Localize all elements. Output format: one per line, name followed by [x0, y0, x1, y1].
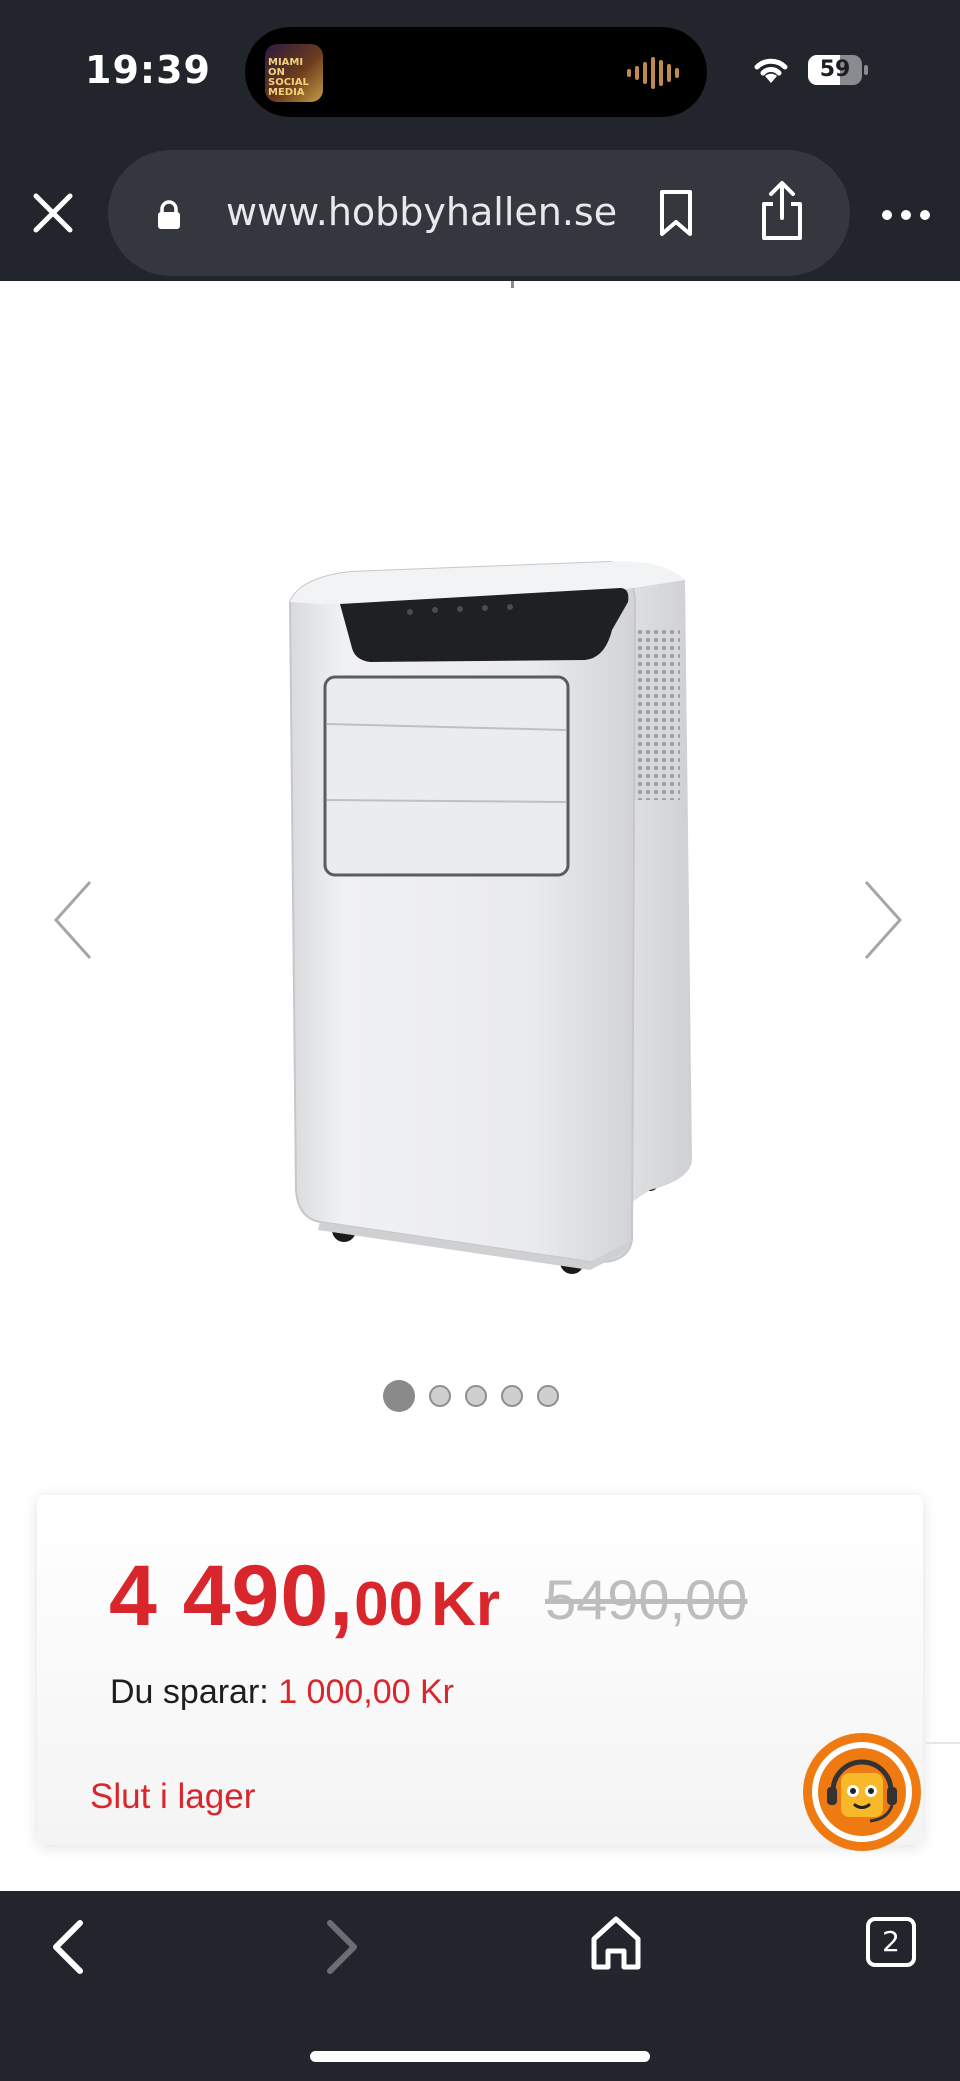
battery-icon: 59 — [808, 55, 868, 87]
product-image-air-conditioner[interactable] — [260, 540, 720, 1290]
carousel-dot-4[interactable] — [501, 1385, 523, 1407]
divider-tick — [511, 281, 514, 288]
carousel-prev-arrow-icon[interactable] — [48, 870, 98, 970]
bookmark-icon[interactable] — [656, 188, 696, 238]
dynamic-island[interactable]: MIAMI ON SOCIAL MEDIA — [245, 27, 707, 117]
divider-line — [926, 1742, 960, 1744]
status-time: 19:39 — [85, 48, 211, 92]
chat-support-button[interactable] — [803, 1733, 921, 1851]
home-icon[interactable] — [588, 1913, 644, 1973]
price-integer: 4 490, — [109, 1548, 355, 1644]
old-price: 5490,00 — [545, 1568, 748, 1631]
url-text[interactable]: www.hobbyhallen.se — [226, 190, 617, 234]
carousel-dot-2[interactable] — [429, 1385, 451, 1407]
battery-level: 59 — [819, 57, 851, 82]
price-decimals: 00 — [354, 1570, 424, 1639]
browser-toolbar: 2 — [0, 1891, 960, 2081]
tabs-button[interactable]: 2 — [866, 1917, 916, 1967]
stock-status: Slut i lager — [90, 1777, 256, 1816]
savings-amount: 1 000,00 Kr — [278, 1673, 454, 1711]
carousel-next-arrow-icon[interactable] — [858, 870, 908, 970]
savings-row: Du sparar: 1 000,00 Kr — [110, 1673, 454, 1712]
home-indicator[interactable] — [310, 2051, 650, 2062]
price-card: 4 490,00 Kr 5490,00 Du sparar: 1 000,00 K… — [37, 1495, 923, 1845]
carousel-dots — [383, 1379, 559, 1413]
close-icon[interactable] — [28, 188, 78, 238]
more-options-icon[interactable] — [880, 200, 932, 230]
forward-icon[interactable] — [320, 1915, 364, 1979]
support-agent-icon — [812, 1742, 912, 1842]
now-playing-artwork: MIAMI ON SOCIAL MEDIA — [265, 44, 323, 102]
back-icon[interactable] — [46, 1915, 90, 1979]
share-icon[interactable] — [758, 180, 806, 242]
carousel-dot-5[interactable] — [537, 1385, 559, 1407]
current-price: 4 490,00 Kr — [109, 1547, 500, 1646]
now-playing-artwork-text: MIAMI ON SOCIAL MEDIA — [268, 57, 309, 98]
savings-label: Du sparar: — [110, 1673, 269, 1711]
carousel-dot-1[interactable] — [383, 1380, 415, 1412]
carousel-dot-3[interactable] — [465, 1385, 487, 1407]
lock-icon — [158, 200, 180, 229]
wifi-icon — [754, 58, 788, 83]
audio-wave-icon — [627, 57, 679, 89]
browser-chrome: 19:39 MIAMI ON SOCIAL MEDIA 59 www.hobby… — [0, 0, 960, 281]
address-bar[interactable]: www.hobbyhallen.se — [108, 150, 850, 276]
price-currency: Kr — [431, 1570, 500, 1639]
